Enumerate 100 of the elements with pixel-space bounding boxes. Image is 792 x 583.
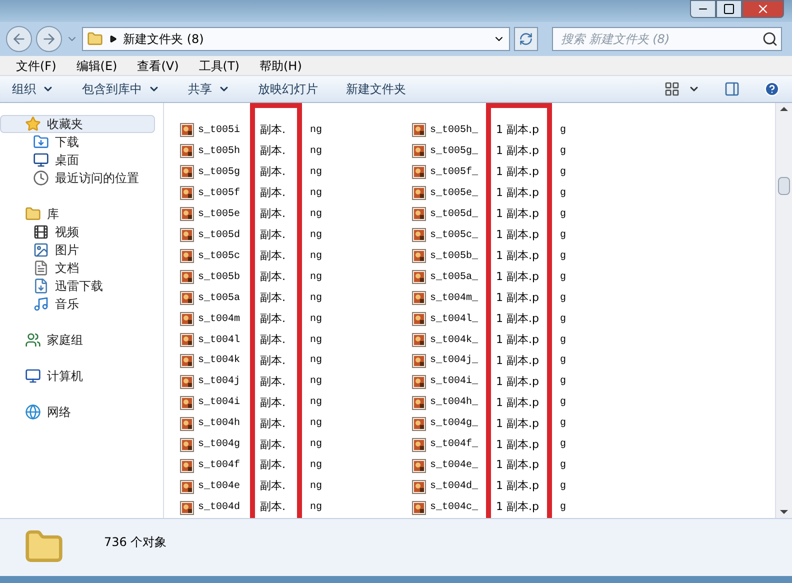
- file-item[interactable]: s_t005b_ 1 副本.p g: [412, 246, 644, 267]
- toolbar-button[interactable]: 组织: [12, 80, 54, 98]
- file-item[interactable]: s_t005g_ 1 副本.p g: [412, 140, 644, 162]
- file-item[interactable]: s_t005e 副本. ng: [180, 204, 412, 225]
- menu-item[interactable]: 文件(F): [12, 56, 60, 74]
- close-button[interactable]: [742, 0, 784, 18]
- search-field[interactable]: 搜索 新建文件夹 (8): [552, 27, 782, 51]
- nav-item[interactable]: 计算机: [0, 367, 155, 385]
- file-item[interactable]: s_t005c_ 1 副本.p g: [412, 224, 644, 246]
- file-item[interactable]: s_t004f_ 1 副本.p g: [412, 434, 644, 456]
- file-item[interactable]: s_t005h 副本. ng: [180, 140, 412, 162]
- toolbar-button[interactable]: 包含到库中: [82, 80, 160, 98]
- nav-item[interactable]: 桌面: [0, 151, 155, 169]
- scroll-thumb[interactable]: [778, 176, 790, 194]
- image-file-icon: [412, 228, 426, 242]
- nav-item[interactable]: 音乐: [0, 295, 155, 313]
- nav-item[interactable]: 下载: [0, 133, 155, 151]
- file-item[interactable]: s_t005f_ 1 副本.p g: [412, 162, 644, 183]
- file-item[interactable]: s_t004g_ 1 副本.p g: [412, 413, 644, 434]
- image-file-icon: [412, 438, 426, 452]
- file-item[interactable]: s_t004h 副本. ng: [180, 413, 412, 434]
- file-item[interactable]: s_t004l 副本. ng: [180, 330, 412, 350]
- file-item[interactable]: s_t005d 副本. ng: [180, 224, 412, 246]
- help-icon[interactable]: [764, 81, 780, 97]
- file-item[interactable]: s_t004e 副本. ng: [180, 476, 412, 498]
- menu-item[interactable]: 帮助(H): [256, 56, 306, 74]
- maximize-button[interactable]: [716, 0, 742, 18]
- image-file-icon: [180, 438, 194, 452]
- minimize-button[interactable]: [690, 0, 716, 18]
- back-button[interactable]: [6, 26, 32, 52]
- file-item[interactable]: s_t004c_ 1 副本.p g: [412, 497, 644, 518]
- image-file-icon: [180, 123, 194, 138]
- nav-item[interactable]: 库: [0, 205, 155, 223]
- refresh-button[interactable]: [514, 27, 538, 51]
- view-grid-icon[interactable]: [664, 81, 680, 97]
- file-download-icon: [33, 278, 49, 294]
- toolbar-button[interactable]: 共享: [188, 80, 230, 98]
- monitor-icon: [33, 152, 49, 168]
- file-item[interactable]: s_t004j_ 1 副本.p g: [412, 350, 644, 372]
- file-item[interactable]: s_t004i 副本. ng: [180, 392, 412, 414]
- file-item[interactable]: s_t004k_ 1 副本.p g: [412, 330, 644, 350]
- nav-item[interactable]: 家庭组: [0, 331, 155, 349]
- file-item[interactable]: s_t004m 副本. ng: [180, 308, 412, 330]
- toolbar-button[interactable]: 新建文件夹: [346, 80, 406, 98]
- file-item[interactable]: s_t004d_ 1 副本.p g: [412, 476, 644, 498]
- scroll-up-icon[interactable]: [780, 107, 788, 111]
- file-item[interactable]: s_t004j 副本. ng: [180, 371, 412, 392]
- image-file-icon: [412, 123, 426, 138]
- right-arrow-icon: [41, 31, 57, 47]
- file-item[interactable]: s_t005a_ 1 副本.p g: [412, 266, 644, 288]
- nav-item[interactable]: 迅雷下载: [0, 277, 155, 295]
- file-item[interactable]: s_t005b 副本. ng: [180, 266, 412, 288]
- preview-pane-icon[interactable]: [724, 81, 740, 97]
- image-file-icon: [412, 480, 426, 494]
- toolbar-button[interactable]: 放映幻灯片: [258, 80, 318, 98]
- address-bar[interactable]: 新建文件夹 (8): [82, 27, 510, 51]
- document-icon: [33, 260, 49, 276]
- image-file-icon: [180, 186, 194, 200]
- file-item[interactable]: s_t005g 副本. ng: [180, 162, 412, 183]
- image-file-icon: [412, 500, 426, 515]
- image-file-icon: [412, 374, 426, 389]
- file-item[interactable]: s_t005f 副本. ng: [180, 182, 412, 204]
- nav-item[interactable]: 图片: [0, 241, 155, 259]
- nav-item[interactable]: 收藏夹: [0, 115, 155, 133]
- file-item[interactable]: s_t004h_ 1 副本.p g: [412, 392, 644, 414]
- file-item[interactable]: s_t005a 副本. ng: [180, 288, 412, 309]
- image-file-icon: [412, 186, 426, 200]
- nav-item[interactable]: 网络: [0, 403, 155, 421]
- file-item[interactable]: s_t005d_ 1 副本.p g: [412, 204, 644, 225]
- nav-item[interactable]: 文档: [0, 259, 155, 277]
- file-item[interactable]: s_t004l_ 1 副本.p g: [412, 308, 644, 330]
- file-item[interactable]: s_t004e_ 1 副本.p g: [412, 455, 644, 476]
- file-item[interactable]: s_t005e_ 1 副本.p g: [412, 182, 644, 204]
- image-file-icon: [180, 480, 194, 494]
- image-file-icon: [412, 333, 426, 347]
- file-item[interactable]: s_t004g 副本. ng: [180, 434, 412, 456]
- nav-item[interactable]: 视频: [0, 223, 155, 241]
- scrollbar[interactable]: [775, 103, 792, 518]
- scroll-down-icon[interactable]: [780, 510, 788, 514]
- image-file-icon: [412, 144, 426, 158]
- file-item[interactable]: s_t004f 副本. ng: [180, 455, 412, 476]
- file-item[interactable]: s_t005c 副本. ng: [180, 246, 412, 267]
- image-file-icon: [412, 207, 426, 222]
- file-item[interactable]: s_t004i_ 1 副本.p g: [412, 371, 644, 392]
- film-icon: [33, 224, 49, 240]
- close-icon: [756, 2, 770, 16]
- file-item[interactable]: s_t005i 副本. ng: [180, 120, 412, 141]
- menu-item[interactable]: 编辑(E): [72, 56, 122, 74]
- menu-item[interactable]: 查看(V): [133, 56, 183, 74]
- nav-item[interactable]: 最近访问的位置: [0, 169, 155, 187]
- file-item[interactable]: s_t004d 副本. ng: [180, 497, 412, 518]
- file-item[interactable]: s_t004m_ 1 副本.p g: [412, 288, 644, 309]
- image-file-icon: [180, 312, 194, 326]
- file-item[interactable]: s_t004k 副本. ng: [180, 350, 412, 372]
- image-file-icon: [412, 165, 426, 180]
- folder-icon: [87, 31, 103, 47]
- image-file-icon: [180, 165, 194, 180]
- menu-item[interactable]: 工具(T): [194, 56, 244, 74]
- file-item[interactable]: s_t005h_ 1 副本.p g: [412, 120, 644, 141]
- forward-button[interactable]: [36, 26, 62, 52]
